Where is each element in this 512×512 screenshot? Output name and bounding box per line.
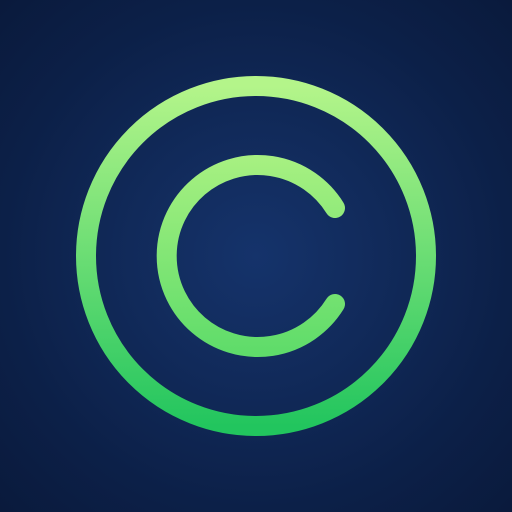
outer-ring [76,76,436,436]
app-icon [0,0,512,512]
copyright-icon [76,76,436,436]
letter-c [156,155,345,357]
